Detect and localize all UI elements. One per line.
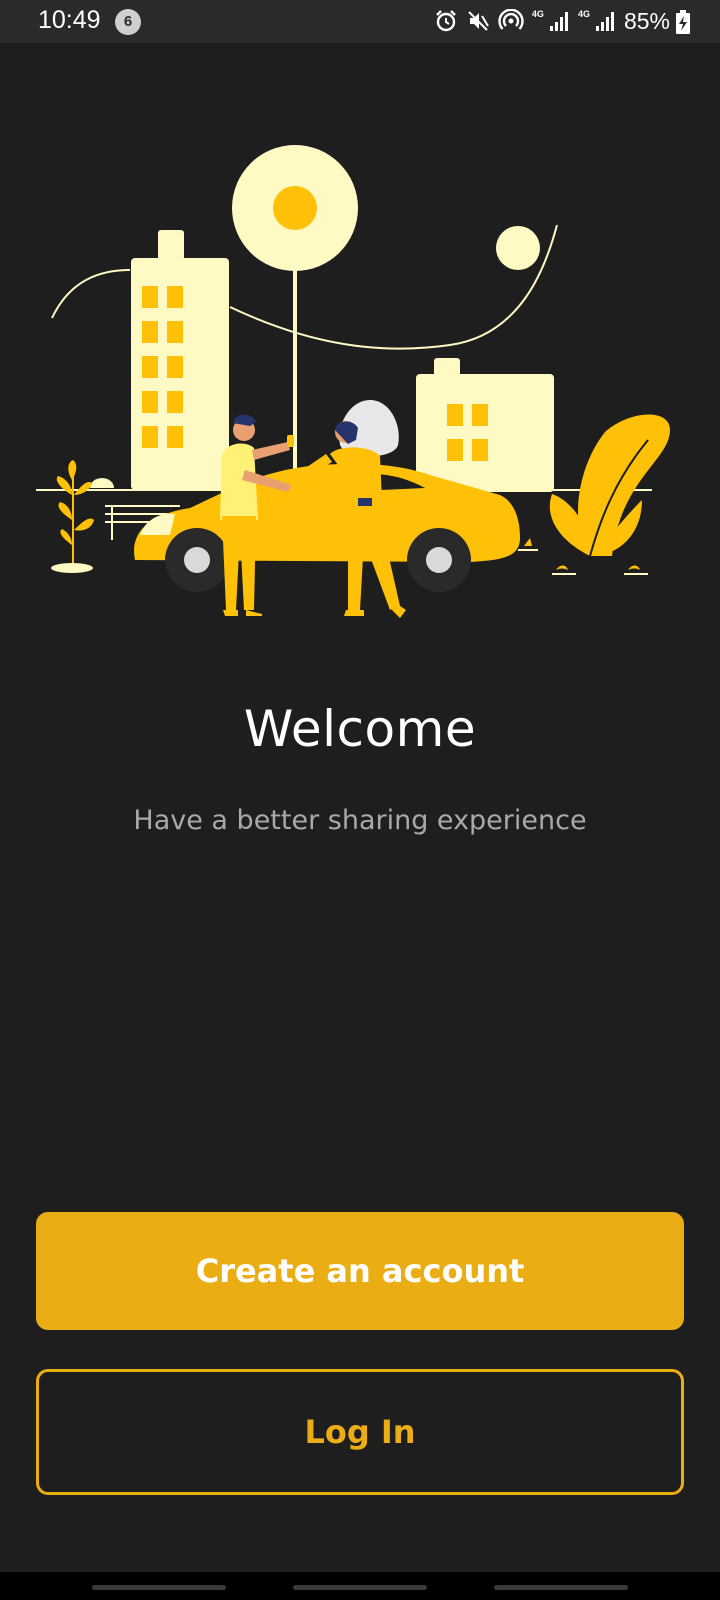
battery-percent: 85% (623, 7, 670, 34)
create-account-button[interactable]: Create an account (36, 1212, 684, 1330)
status-icons: 4G 4G 85% (434, 6, 670, 36)
status-time: 10:49 (38, 6, 101, 34)
welcome-subtitle: Have a better sharing experience (133, 805, 587, 836)
hotspot-icon (498, 9, 524, 30)
car-handshake-illustration (36, 145, 670, 618)
welcome-screen: 10:49 6 4G 4G 85% Welcome Have a better … (0, 0, 720, 1600)
network-type-2: 4G (577, 9, 590, 19)
status-bar: 10:49 6 4G 4G 85% (0, 0, 720, 43)
nav-back-button[interactable] (494, 1585, 628, 1590)
mute-icon (468, 11, 489, 31)
nav-recent-button[interactable] (92, 1585, 226, 1590)
battery-charging-icon (676, 10, 690, 34)
navigation-bar (0, 1572, 720, 1600)
welcome-title: Welcome (243, 700, 477, 758)
network-type-1: 4G (531, 9, 544, 19)
signal-icon (549, 12, 568, 31)
alarm-icon (436, 10, 456, 32)
login-button[interactable]: Log In (36, 1369, 684, 1495)
signal-icon (595, 12, 614, 31)
notification-count-badge: 6 (115, 9, 141, 35)
nav-home-button[interactable] (293, 1585, 427, 1590)
